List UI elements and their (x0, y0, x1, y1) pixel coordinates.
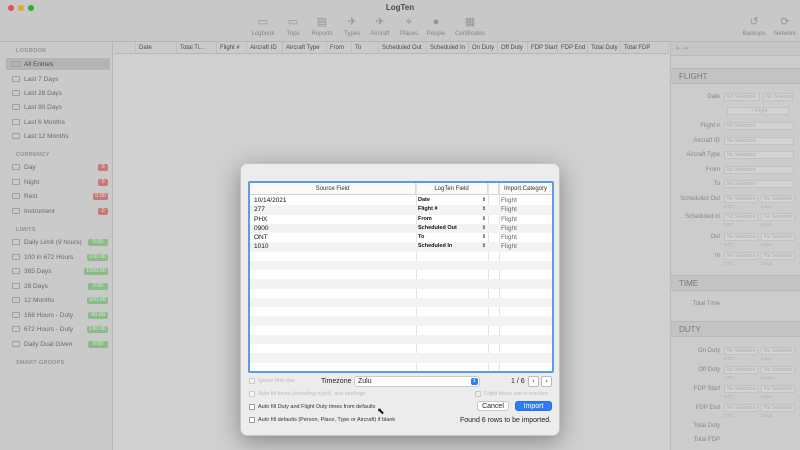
auto-fill-times-checkbox[interactable]: Auto fill times (including night), and l… (249, 391, 365, 397)
import-table-header: Source Field LogTen Field Import Categor… (250, 183, 552, 195)
updown-icon: ⇕ (481, 234, 486, 240)
table-row[interactable]: ONT To ⇕ Flight (250, 233, 552, 242)
import-category-value: Flight (501, 215, 517, 223)
auto-fill-defaults-checkbox[interactable]: Auto fill defaults (Person, Place, Type … (249, 417, 395, 423)
empty-row (250, 334, 552, 344)
updown-icon: ⇕ (481, 215, 486, 222)
checkbox-box (249, 404, 255, 410)
updown-icon: ⇕ (481, 206, 486, 213)
empty-row (250, 353, 552, 363)
logten-field-select[interactable]: Flight # ⇕ (418, 206, 486, 213)
import-mapping-table[interactable]: Source Field LogTen Field Import Categor… (248, 181, 554, 373)
empty-row (250, 279, 552, 289)
source-value: 0900 (254, 224, 269, 232)
import-status-text: Found 6 rows to be imported. (460, 417, 552, 424)
source-value: ONT (254, 234, 268, 241)
minutes-checkbox[interactable]: Flight times are in minutes (475, 391, 548, 397)
empty-row (250, 307, 552, 316)
empty-row (250, 260, 552, 270)
source-value: 277 (254, 206, 265, 214)
checkbox-box (249, 391, 255, 397)
empty-row (250, 289, 552, 298)
next-row-button[interactable]: › (541, 376, 552, 387)
updown-icon: ⇕ (481, 224, 486, 231)
import-category-value: Flight (501, 206, 517, 214)
import-category-value: Flight (501, 197, 517, 204)
empty-row (250, 326, 552, 335)
table-row[interactable]: 1010 Scheduled In ⇕ Flight (250, 242, 552, 252)
empty-row (250, 316, 552, 326)
empty-row (250, 297, 552, 307)
checkbox-box (249, 417, 255, 423)
column-header-import-category: Import Category (503, 186, 548, 192)
empty-row (250, 363, 552, 372)
checkbox-box (475, 391, 481, 397)
logten-field-select[interactable]: Date ⇕ (418, 197, 486, 204)
logten-field-select[interactable]: From ⇕ (418, 216, 486, 223)
timezone-select[interactable]: Zulu ⇕ (354, 376, 480, 387)
empty-row (250, 270, 552, 279)
cancel-button[interactable]: Cancel (477, 401, 509, 411)
timezone-label: Timezone (321, 378, 352, 385)
updown-icon: ⇕ (481, 197, 486, 203)
logten-field-select[interactable]: Scheduled Out ⇕ (418, 225, 486, 232)
source-value: PHX (254, 215, 268, 223)
page-indicator: 1 / 6 (511, 378, 525, 385)
table-row[interactable]: 0900 Scheduled Out ⇕ Flight (250, 223, 552, 233)
import-button[interactable]: Import (515, 401, 552, 411)
column-header-source-field: Source Field (250, 183, 416, 195)
ignore-first-row-checkbox[interactable]: Ignore first row (249, 378, 294, 384)
previous-row-button[interactable]: ‹ (528, 376, 539, 387)
checkbox-box (249, 378, 255, 384)
logten-field-select[interactable]: To ⇕ (418, 234, 486, 241)
empty-row (250, 252, 552, 261)
updown-icon: ⇕ (481, 243, 486, 250)
auto-fill-duty-checkbox[interactable]: Auto fill Duty and Flight Duty times fro… (249, 404, 375, 410)
chevron-updown-icon: ⇕ (471, 378, 478, 385)
import-dialog: Source Field LogTen Field Import Categor… (240, 163, 560, 436)
import-table-rows: 10/14/2021 Date ⇕ Flight 277 Flight # ⇕ Flight… (250, 196, 552, 372)
column-header-logten-field: LogTen Field (416, 183, 488, 195)
source-value: 10/14/2021 (254, 197, 287, 204)
table-row[interactable]: PHX From ⇕ Flight (250, 215, 552, 224)
mouse-cursor-icon: ⬉ (377, 406, 385, 416)
import-category-value: Flight (501, 243, 517, 251)
import-category-value: Flight (501, 224, 517, 232)
import-category-value: Flight (501, 234, 517, 241)
logten-field-select[interactable]: Scheduled In ⇕ (418, 243, 486, 250)
source-value: 1010 (254, 243, 269, 251)
empty-row (250, 344, 552, 353)
table-row[interactable]: 10/14/2021 Date ⇕ Flight (250, 196, 552, 205)
table-row[interactable]: 277 Flight # ⇕ Flight (250, 205, 552, 215)
column-header-spacer (488, 183, 499, 195)
